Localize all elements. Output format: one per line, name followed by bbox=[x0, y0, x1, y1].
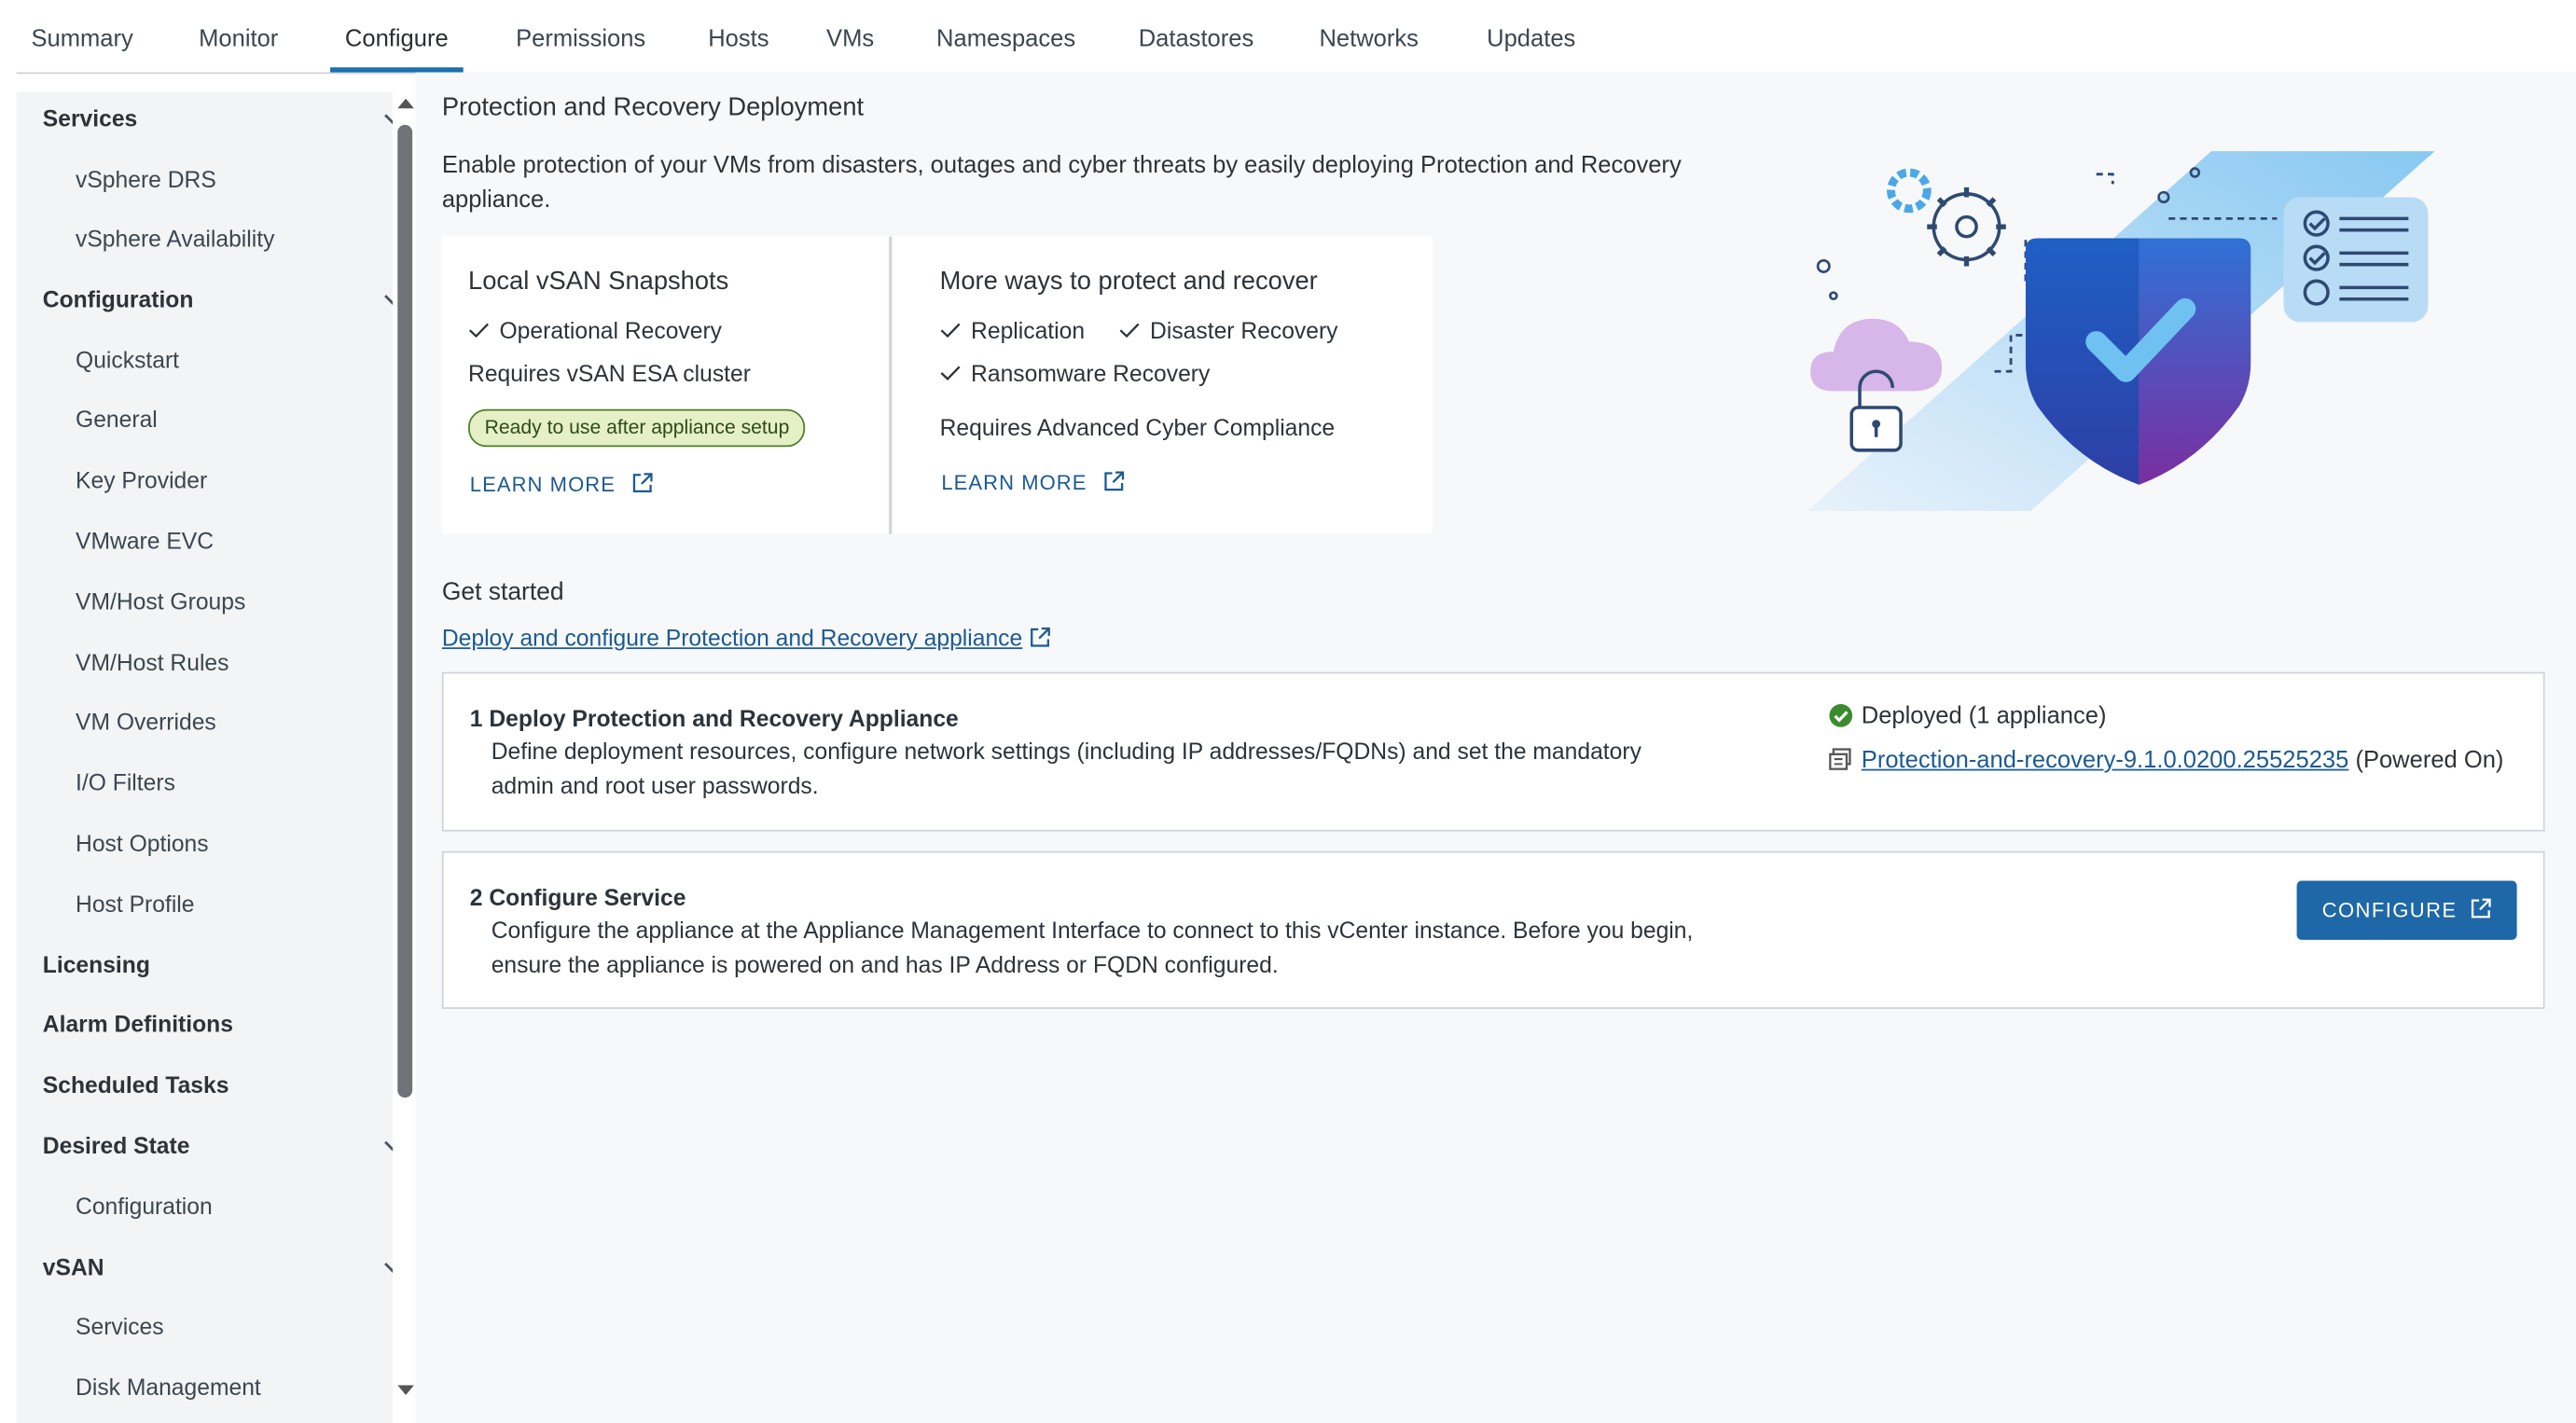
appliance-link[interactable]: Protection-and-recovery-9.1.0.0200.25525… bbox=[1862, 748, 2349, 774]
configure-button-label: CONFIGURE bbox=[2321, 898, 2458, 922]
chevron-down-icon bbox=[384, 295, 393, 306]
local-card-title: Local vSAN Snapshots bbox=[468, 268, 729, 297]
sidebar-item-key-provider[interactable]: Key Provider bbox=[17, 466, 393, 492]
tab-permissions[interactable]: Permissions bbox=[516, 26, 645, 72]
learn-more-label: LEARN MORE bbox=[941, 471, 1087, 495]
app-root: Summary Monitor Configure Permissions Ho… bbox=[0, 0, 2576, 1423]
learn-more-label: LEARN MORE bbox=[469, 473, 616, 497]
more-requirement: Requires Advanced Cyber Compliance bbox=[939, 414, 1336, 441]
replication-item: Replication bbox=[940, 317, 1085, 343]
operational-recovery-item: Operational Recovery bbox=[468, 317, 722, 343]
sidebar-group-label: Desired State bbox=[42, 1132, 190, 1159]
sidebar-item-vsphere-drs[interactable]: vSphere DRS bbox=[17, 166, 393, 192]
ransomware-recovery-item: Ransomware Recovery bbox=[940, 359, 1211, 387]
step-deploy-card: 1 Deploy Protection and Recovery Applian… bbox=[441, 671, 2545, 832]
local-learn-more-link[interactable]: LEARN MORE bbox=[470, 472, 654, 496]
scroll-down-arrow-icon[interactable] bbox=[397, 1385, 414, 1396]
sidebar-group-label: Services bbox=[42, 104, 138, 131]
step-2-desc-line: ensure the appliance is powered on and h… bbox=[491, 950, 1279, 977]
step-2-desc-line: Configure the appliance at the Appliance… bbox=[491, 917, 1694, 944]
sidebar-item-quickstart[interactable]: Quickstart bbox=[17, 347, 393, 373]
sidebar-group-vsan[interactable]: vSAN bbox=[17, 1253, 393, 1280]
sidebar-item-disk-management[interactable]: Disk Management bbox=[17, 1374, 393, 1400]
sidebar-group-configuration[interactable]: Configuration bbox=[17, 286, 393, 312]
tab-vms[interactable]: VMs bbox=[826, 26, 874, 72]
tab-hosts[interactable]: Hosts bbox=[708, 26, 769, 72]
configure-button[interactable]: CONFIGURE bbox=[2296, 880, 2517, 940]
sidebar-item-host-profile[interactable]: Host Profile bbox=[17, 891, 393, 917]
more-card-title: More ways to protect and recover bbox=[939, 268, 1318, 297]
feature-label: Disaster Recovery bbox=[1150, 317, 1338, 344]
chevron-down-icon bbox=[384, 114, 393, 125]
check-icon bbox=[940, 366, 961, 380]
step-1-description: Define deployment resources, configure n… bbox=[492, 735, 1641, 802]
external-link-icon bbox=[2471, 898, 2490, 919]
scroll-up-arrow-icon[interactable] bbox=[397, 98, 414, 109]
sidebar-item-alarm-definitions[interactable]: Alarm Definitions bbox=[17, 1011, 393, 1037]
external-link-icon bbox=[632, 473, 652, 493]
step-1-desc-line: admin and root user passwords. bbox=[491, 771, 819, 798]
sidebar-group-services[interactable]: Services bbox=[17, 105, 393, 131]
deploy-link-label: Deploy and configure Protection and Reco… bbox=[441, 624, 1023, 651]
sidebar-group-label: Configuration bbox=[42, 285, 194, 312]
more-learn-more-link[interactable]: LEARN MORE bbox=[941, 470, 1125, 494]
sidebar-item-ds-configuration[interactable]: Configuration bbox=[17, 1193, 393, 1219]
local-requirement: Requires vSAN ESA cluster bbox=[468, 359, 751, 387]
sidebar-item-general[interactable]: General bbox=[17, 406, 393, 432]
tab-updates[interactable]: Updates bbox=[1487, 26, 1575, 72]
tab-monitor[interactable]: Monitor bbox=[199, 26, 278, 72]
sidebar-item-licensing[interactable]: Licensing bbox=[17, 951, 393, 977]
intro-text: Enable protection of your VMs from disas… bbox=[441, 152, 1682, 214]
sidebar-item-vmware-evc[interactable]: VMware EVC bbox=[17, 528, 393, 554]
top-tab-bar: Summary Monitor Configure Permissions Ho… bbox=[16, 0, 2576, 75]
sidebar-group-label: vSAN bbox=[42, 1253, 104, 1280]
vm-appliance-icon bbox=[1829, 748, 1851, 770]
appliance-entry: Protection-and-recovery-9.1.0.0200.25525… bbox=[1829, 747, 2504, 774]
disaster-recovery-item: Disaster Recovery bbox=[1119, 317, 1338, 343]
sidebar-scroll-thumb[interactable] bbox=[397, 124, 413, 1098]
sidebar-item-vsphere-availability[interactable]: vSphere Availability bbox=[17, 225, 393, 251]
feature-label: Operational Recovery bbox=[499, 317, 723, 344]
sidebar-item-scheduled-tasks[interactable]: Scheduled Tasks bbox=[17, 1071, 393, 1098]
sidebar-group-desired-state[interactable]: Desired State bbox=[17, 1132, 393, 1158]
sidebar-item-vm-host-groups[interactable]: VM/Host Groups bbox=[17, 588, 393, 615]
sidebar-item-vsan-services[interactable]: Services bbox=[17, 1313, 393, 1339]
sidebar-nav: Services vSphere DRS vSphere Availabilit… bbox=[16, 91, 393, 1423]
external-link-icon bbox=[1031, 627, 1051, 647]
deploy-configure-link[interactable]: Deploy and configure Protection and Reco… bbox=[442, 625, 1052, 651]
check-icon bbox=[1119, 323, 1140, 338]
feature-label: Replication bbox=[971, 317, 1086, 344]
success-check-circle-icon bbox=[1829, 704, 1853, 727]
page-title: Protection and Recovery Deployment bbox=[441, 93, 865, 122]
check-icon bbox=[940, 323, 961, 338]
deployed-status-text: Deployed (1 appliance) bbox=[1861, 703, 2107, 730]
sidebar-item-vm-overrides[interactable]: VM Overrides bbox=[17, 708, 393, 734]
protection-illustration bbox=[1807, 151, 2435, 512]
step-2-title: 2 Configure Service bbox=[469, 884, 686, 911]
power-state: (Powered On) bbox=[2355, 747, 2504, 774]
sidebar-item-vm-host-rules[interactable]: VM/Host Rules bbox=[17, 649, 393, 675]
sidebar-item-host-options[interactable]: Host Options bbox=[17, 830, 393, 856]
step-configure-card: 2 Configure Service Configure the applia… bbox=[441, 850, 2545, 1009]
external-link-icon bbox=[1103, 471, 1124, 491]
chevron-down-icon bbox=[384, 1263, 393, 1273]
step-2-description: Configure the appliance at the Appliance… bbox=[492, 914, 1694, 981]
ready-status-badge: Ready to use after appliance setup bbox=[468, 408, 806, 448]
tab-datastores[interactable]: Datastores bbox=[1139, 26, 1254, 72]
tab-configure[interactable]: Configure bbox=[330, 26, 464, 73]
chevron-down-icon bbox=[384, 1140, 393, 1152]
check-icon bbox=[469, 323, 489, 338]
sidebar-item-io-filters[interactable]: I/O Filters bbox=[17, 769, 393, 795]
tab-namespaces[interactable]: Namespaces bbox=[936, 26, 1075, 72]
tab-summary[interactable]: Summary bbox=[31, 26, 132, 72]
step-1-title: 1 Deploy Protection and Recovery Applian… bbox=[469, 704, 959, 732]
feature-label: Ransomware Recovery bbox=[971, 359, 1211, 387]
tab-networks[interactable]: Networks bbox=[1319, 26, 1418, 72]
get-started-heading: Get started bbox=[441, 578, 564, 607]
deployed-status: Deployed (1 appliance) bbox=[1829, 703, 2107, 730]
step-1-desc-line: Define deployment resources, configure n… bbox=[491, 738, 1641, 765]
